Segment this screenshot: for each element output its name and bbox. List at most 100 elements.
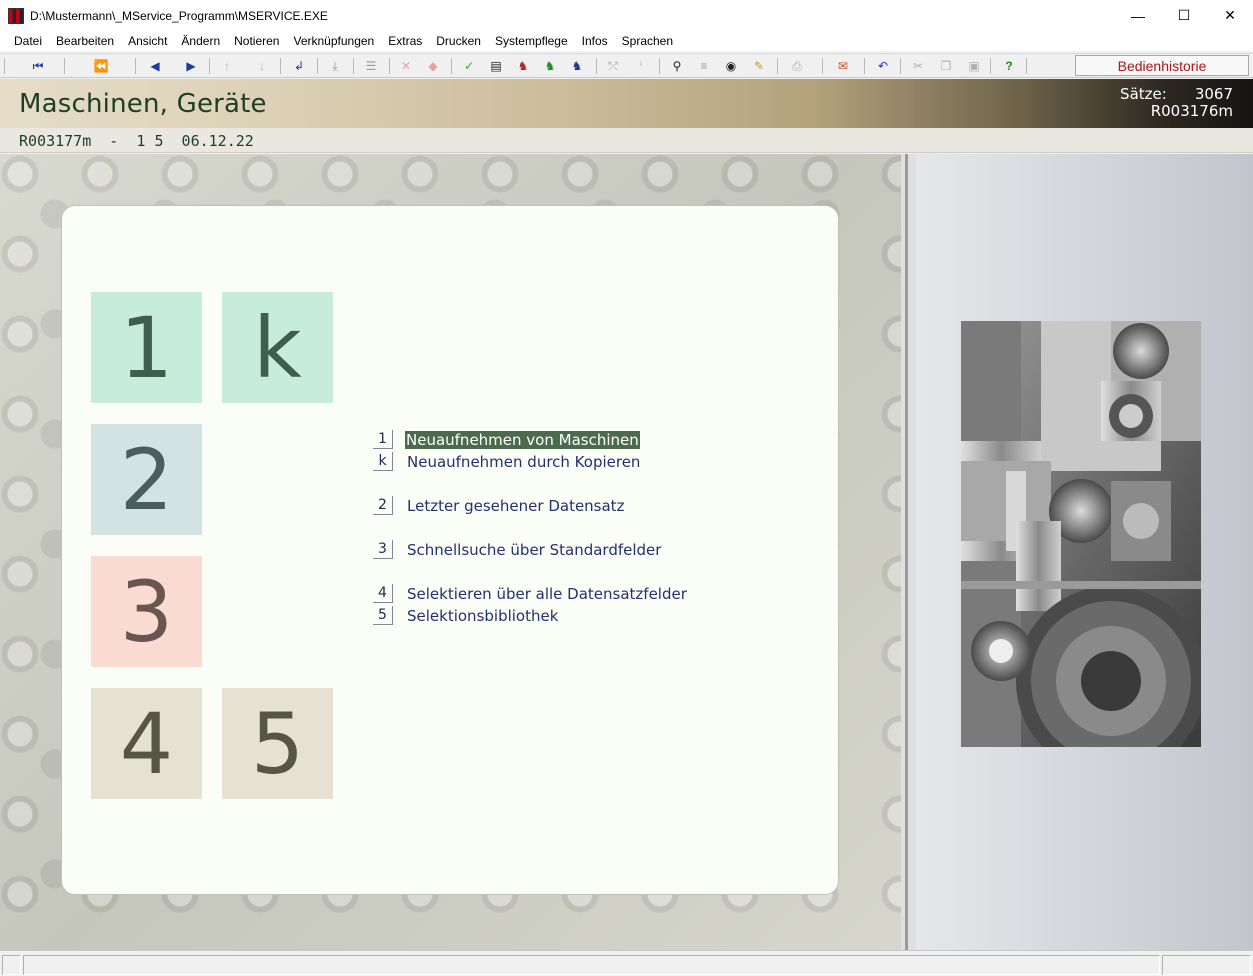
title-bar: D:\Mustermann\_MService_Programm\MSERVIC… (0, 0, 1253, 31)
option-label: Selektionsbibliothek (407, 606, 559, 625)
arrow-up-icon[interactable]: ↑ (216, 56, 238, 76)
maximize-button[interactable]: ☐ (1161, 0, 1207, 31)
history-button[interactable]: Bedienhistorie (1075, 55, 1249, 76)
red-tool-icon[interactable]: ♞ (512, 56, 534, 76)
option-select-all-fields[interactable]: 4 Selektieren über alle Datensatzfelder (373, 584, 688, 603)
count-value: 3067 (1194, 85, 1233, 103)
binoculars-icon[interactable]: ⚲ (666, 56, 688, 76)
toolbar-separator (280, 58, 281, 74)
count-label: Sätze: (1120, 85, 1167, 103)
first-record-icon[interactable]: ⏮ (27, 56, 49, 76)
page-title: Maschinen, Geräte (19, 89, 267, 119)
status-cell (1162, 955, 1251, 975)
prev-page-icon[interactable]: ⏪ (90, 56, 112, 76)
toolbar-separator (451, 58, 452, 74)
check-icon[interactable]: ✓ (458, 56, 480, 76)
list-icon[interactable]: ≡ (693, 56, 715, 76)
machine-image (961, 321, 1201, 747)
delete-icon[interactable]: ✕ (395, 56, 417, 76)
option-label: Schnellsuche über Standardfelder (407, 540, 662, 559)
toolbar-separator (1026, 58, 1027, 74)
menu-datei[interactable]: Datei (7, 31, 49, 51)
paste-icon[interactable]: ▣ (963, 56, 985, 76)
menu-aendern[interactable]: Ändern (174, 31, 227, 51)
menu-notieren[interactable]: Notieren (227, 31, 286, 51)
eye-icon[interactable]: ◉ (720, 56, 742, 76)
export-icon[interactable]: ⤓ (324, 56, 346, 76)
close-button[interactable]: ✕ (1207, 0, 1253, 31)
option-key: 4 (373, 584, 393, 603)
menu-bar: Datei Bearbeiten Ansicht Ändern Notieren… (0, 31, 1253, 51)
tile-5[interactable]: 5 (222, 688, 333, 799)
menu-bearbeiten[interactable]: Bearbeiten (49, 31, 121, 51)
option-selection-library[interactable]: 5 Selektionsbibliothek (373, 606, 559, 625)
option-key: 2 (373, 496, 393, 515)
menu-verknuepfungen[interactable]: Verknüpfungen (286, 31, 381, 51)
info-icon[interactable]: ⁱ (630, 56, 652, 76)
minimize-button[interactable]: — (1115, 0, 1161, 31)
toolbar-separator (64, 58, 65, 74)
menu-extras[interactable]: Extras (381, 31, 429, 51)
record-info-text: R003177m - 1 5 06.12.22 (19, 132, 254, 150)
tile-4[interactable]: 4 (91, 688, 202, 799)
undo-icon[interactable]: ↶ (872, 56, 894, 76)
copy-icon[interactable]: ❐ (935, 56, 957, 76)
option-key: 1 (373, 430, 393, 449)
toolbar: ⏮ ⏪ ◀ ▶ ↑ ↓ ↲ ⤓ ☰ ✕ ◆ ✓ ▤ ♞ ♞ ♞ ⤲ ⁱ ⚲ ≡ … (0, 53, 1253, 78)
toolbar-separator (353, 58, 354, 74)
option-key: 5 (373, 606, 393, 625)
tile-1[interactable]: 1 (91, 292, 202, 403)
option-last-record[interactable]: 2 Letzter gesehener Datensatz (373, 496, 625, 515)
brush-icon[interactable]: ✎ (748, 56, 770, 76)
toolbar-separator (317, 58, 318, 74)
toolbar-separator (990, 58, 991, 74)
menu-drucken[interactable]: Drucken (429, 31, 488, 51)
start-panel: 1 k 2 3 4 5 1 Neuaufnehmen von Maschinen… (61, 205, 839, 895)
print-icon[interactable]: ⎙ (786, 56, 808, 76)
mail-icon[interactable]: ✉ (832, 56, 854, 76)
option-label: Letzter gesehener Datensatz (407, 496, 625, 515)
erase-icon[interactable]: ◆ (422, 56, 444, 76)
tile-3[interactable]: 3 (91, 556, 202, 667)
window-title: D:\Mustermann\_MService_Programm\MSERVIC… (30, 8, 328, 23)
option-key: k (373, 452, 393, 471)
toolbar-separator (135, 58, 136, 74)
menu-infos[interactable]: Infos (575, 31, 615, 51)
option-label: Selektieren über alle Datensatzfelder (407, 584, 687, 603)
prev-record-icon[interactable]: ◀ (144, 56, 166, 76)
menu-ansicht[interactable]: Ansicht (121, 31, 174, 51)
option-quick-search[interactable]: 3 Schnellsuche über Standardfelder (373, 540, 662, 559)
toolbar-separator (4, 58, 5, 74)
cut-icon[interactable]: ✂ (907, 56, 929, 76)
document-icon[interactable]: ▤ (485, 56, 507, 76)
splitter-handle[interactable] (901, 154, 916, 950)
menu-systempflege[interactable]: Systempflege (488, 31, 575, 51)
share-icon[interactable]: ⤲ (602, 56, 624, 76)
help-icon[interactable]: ? (998, 56, 1020, 76)
tree-icon[interactable]: ☰ (360, 56, 382, 76)
blue-tool-icon[interactable]: ♞ (566, 56, 588, 76)
toolbar-separator (864, 58, 865, 74)
enter-icon[interactable]: ↲ (288, 56, 310, 76)
menu-sprachen[interactable]: Sprachen (615, 31, 680, 51)
option-new-machine[interactable]: 1 Neuaufnehmen von Maschinen (373, 430, 640, 449)
arrow-down-icon[interactable]: ↓ (251, 56, 273, 76)
record-count: Sätze: 3067 R003176m (1120, 86, 1233, 120)
status-cell (2, 955, 21, 975)
option-key: 3 (373, 540, 393, 559)
status-bar (0, 950, 1253, 976)
option-label: Neuaufnehmen durch Kopieren (407, 452, 641, 471)
tile-2[interactable]: 2 (91, 424, 202, 535)
toolbar-separator (659, 58, 660, 74)
current-record-id: R003176m (1150, 102, 1233, 120)
toolbar-separator (389, 58, 390, 74)
next-record-icon[interactable]: ▶ (180, 56, 202, 76)
option-copy-new[interactable]: k Neuaufnehmen durch Kopieren (373, 452, 641, 471)
option-label: Neuaufnehmen von Maschinen (405, 430, 640, 449)
tile-k[interactable]: k (222, 292, 333, 403)
toolbar-separator (777, 58, 778, 74)
toolbar-separator (822, 58, 823, 74)
window-controls: — ☐ ✕ (1115, 0, 1253, 31)
green-tool-icon[interactable]: ♞ (539, 56, 561, 76)
record-info-bar: R003177m - 1 5 06.12.22 (0, 128, 1253, 153)
